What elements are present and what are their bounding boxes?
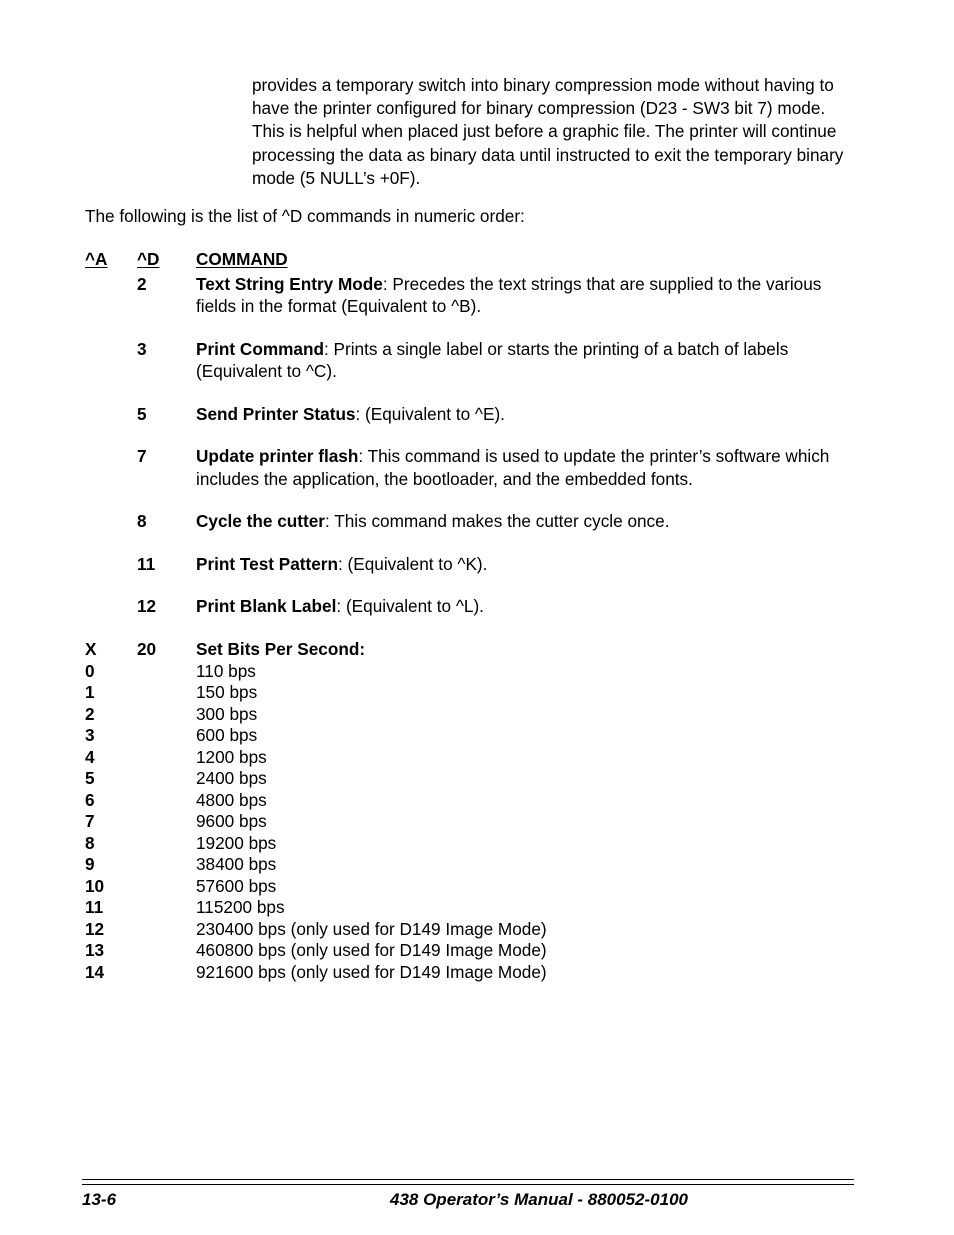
bps-row-index: 0 bbox=[85, 660, 95, 681]
command-description: Update printer flash: This command is us… bbox=[196, 445, 845, 490]
bps-row-value: 4800 bps bbox=[196, 789, 267, 810]
command-description: Print Blank Label: (Equivalent to ^L). bbox=[196, 595, 845, 618]
bps-header-title: Set Bits Per Second: bbox=[196, 639, 366, 659]
bps-row-index: 9 bbox=[85, 854, 95, 874]
bps-row: 14 921600 bps (only used for D149 Image … bbox=[85, 962, 845, 984]
command-col-d: 7 bbox=[137, 446, 147, 466]
bps-row: 8 19200 bps bbox=[85, 833, 845, 855]
command-description: Cycle the cutter: This command makes the… bbox=[196, 510, 845, 533]
bps-row: 3 600 bps bbox=[85, 725, 845, 747]
bps-row-index: 10 bbox=[85, 875, 105, 896]
command-description: Text String Entry Mode: Precedes the tex… bbox=[196, 273, 845, 318]
bps-row: 1 150 bps bbox=[85, 682, 845, 704]
bps-row: 4 1200 bps bbox=[85, 747, 845, 769]
bps-row-index: 3 bbox=[85, 725, 95, 745]
command-row: 7 Update printer flash: This command is … bbox=[85, 445, 845, 490]
command-term: Update printer flash bbox=[196, 446, 359, 466]
command-col-d: 12 bbox=[137, 596, 157, 616]
bps-row-index: 14 bbox=[85, 961, 105, 982]
bps-row: 9 38400 bps bbox=[85, 854, 845, 876]
command-row: 11 Print Test Pattern: (Equivalent to ^K… bbox=[85, 553, 845, 576]
bps-row-value: 110 bps bbox=[196, 660, 256, 681]
bps-row: 6 4800 bps bbox=[85, 790, 845, 812]
command-term: Text String Entry Mode bbox=[196, 273, 383, 294]
bps-row-value: 150 bps bbox=[196, 682, 258, 702]
bps-row-index: 12 bbox=[85, 918, 105, 939]
footer-divider bbox=[82, 1179, 854, 1185]
command-col-d: 11 bbox=[137, 553, 156, 574]
command-col-d: 5 bbox=[137, 403, 147, 424]
command-term: Send Printer Status bbox=[196, 403, 356, 424]
bps-row-index: 1 bbox=[85, 682, 95, 702]
bps-row: 0 110 bps bbox=[85, 661, 845, 683]
bps-row: 12 230400 bps (only used for D149 Image … bbox=[85, 919, 845, 941]
command-row: 2 Text String Entry Mode: Precedes the t… bbox=[85, 273, 845, 318]
bps-row-index: 8 bbox=[85, 832, 95, 853]
command-detail: : (Equivalent to ^K). bbox=[337, 553, 488, 574]
bps-row-value: 19200 bps bbox=[196, 832, 277, 853]
command-row: 8 Cycle the cutter: This command makes t… bbox=[85, 510, 845, 533]
bps-header-col-d: 20 bbox=[137, 639, 157, 659]
bps-row-value: 230400 bps (only used for D149 Image Mod… bbox=[196, 918, 547, 939]
footer-manual-title: 438 Operator’s Manual - 880052-0100 bbox=[390, 1190, 688, 1209]
document-page: provides a temporary switch into binary … bbox=[0, 0, 954, 1235]
command-col-d: 3 bbox=[137, 338, 147, 359]
bps-row: 10 57600 bps bbox=[85, 876, 845, 898]
command-table-header-row: ^A ^D COMMAND bbox=[85, 248, 845, 271]
command-description: Send Printer Status: (Equivalent to ^E). bbox=[196, 403, 845, 426]
lead-in-sentence: The following is the list of ^D commands… bbox=[85, 206, 525, 226]
command-row: 12 Print Blank Label: (Equivalent to ^L)… bbox=[85, 595, 845, 618]
header-col-command: COMMAND bbox=[196, 249, 288, 269]
bps-row-index: 11 bbox=[85, 897, 104, 917]
bps-row-index: 13 bbox=[85, 940, 105, 960]
header-col-a: ^A bbox=[85, 249, 108, 269]
bps-row: 2 300 bps bbox=[85, 704, 845, 726]
command-col-d: 8 bbox=[137, 511, 147, 531]
intro-paragraph: provides a temporary switch into binary … bbox=[252, 75, 844, 188]
command-table: ^A ^D COMMAND 2 Text String Entry Mode: … bbox=[85, 248, 845, 638]
command-term: Cycle the cutter bbox=[196, 511, 325, 531]
bps-row-value: 9600 bps bbox=[196, 811, 267, 831]
bps-row-value: 115200 bps bbox=[196, 897, 285, 917]
bps-header-row: X 20 Set Bits Per Second: bbox=[85, 639, 845, 661]
command-detail: : (Equivalent to ^E). bbox=[355, 403, 505, 424]
bps-row-value: 38400 bps bbox=[196, 854, 277, 874]
bps-row-value: 2400 bps bbox=[196, 768, 267, 788]
bps-row-value: 600 bps bbox=[196, 725, 258, 745]
command-col-d: 2 bbox=[137, 273, 147, 294]
page-footer: 13-6 438 Operator’s Manual - 880052-0100 bbox=[82, 1188, 854, 1214]
bps-row-value: 300 bps bbox=[196, 703, 258, 724]
bps-row-value: 460800 bps (only used for D149 Image Mod… bbox=[196, 940, 547, 960]
bps-row-index: 4 bbox=[85, 746, 95, 767]
command-description: Print Test Pattern: (Equivalent to ^K). bbox=[196, 553, 845, 576]
bps-row-index: 5 bbox=[85, 768, 95, 788]
bps-row-value: 921600 bps (only used for D149 Image Mod… bbox=[196, 961, 547, 982]
bps-row-value: 57600 bps bbox=[196, 875, 277, 896]
bps-header-col-x: X bbox=[85, 639, 97, 659]
command-term: Print Command bbox=[196, 338, 324, 359]
bps-row-index: 2 bbox=[85, 703, 95, 724]
command-term: Print Blank Label bbox=[196, 596, 337, 616]
command-description: Print Command: Prints a single label or … bbox=[196, 338, 845, 383]
command-row: 3 Print Command: Prints a single label o… bbox=[85, 338, 845, 383]
header-col-d: ^D bbox=[137, 249, 160, 269]
bps-row-index: 7 bbox=[85, 811, 95, 831]
bps-table: X 20 Set Bits Per Second: 0 110 bps 1 15… bbox=[85, 639, 845, 983]
command-detail: : (Equivalent to ^L). bbox=[336, 596, 484, 616]
bps-row-value: 1200 bps bbox=[196, 746, 267, 767]
bps-row: 7 9600 bps bbox=[85, 811, 845, 833]
bps-row: 5 2400 bps bbox=[85, 768, 845, 790]
command-term: Print Test Pattern bbox=[196, 553, 338, 574]
bps-row: 11 115200 bps bbox=[85, 897, 845, 919]
command-row: 5 Send Printer Status: (Equivalent to ^E… bbox=[85, 403, 845, 426]
bps-row-index: 6 bbox=[85, 789, 95, 810]
command-detail: : This command makes the cutter cycle on… bbox=[324, 511, 670, 531]
bps-row: 13 460800 bps (only used for D149 Image … bbox=[85, 940, 845, 962]
